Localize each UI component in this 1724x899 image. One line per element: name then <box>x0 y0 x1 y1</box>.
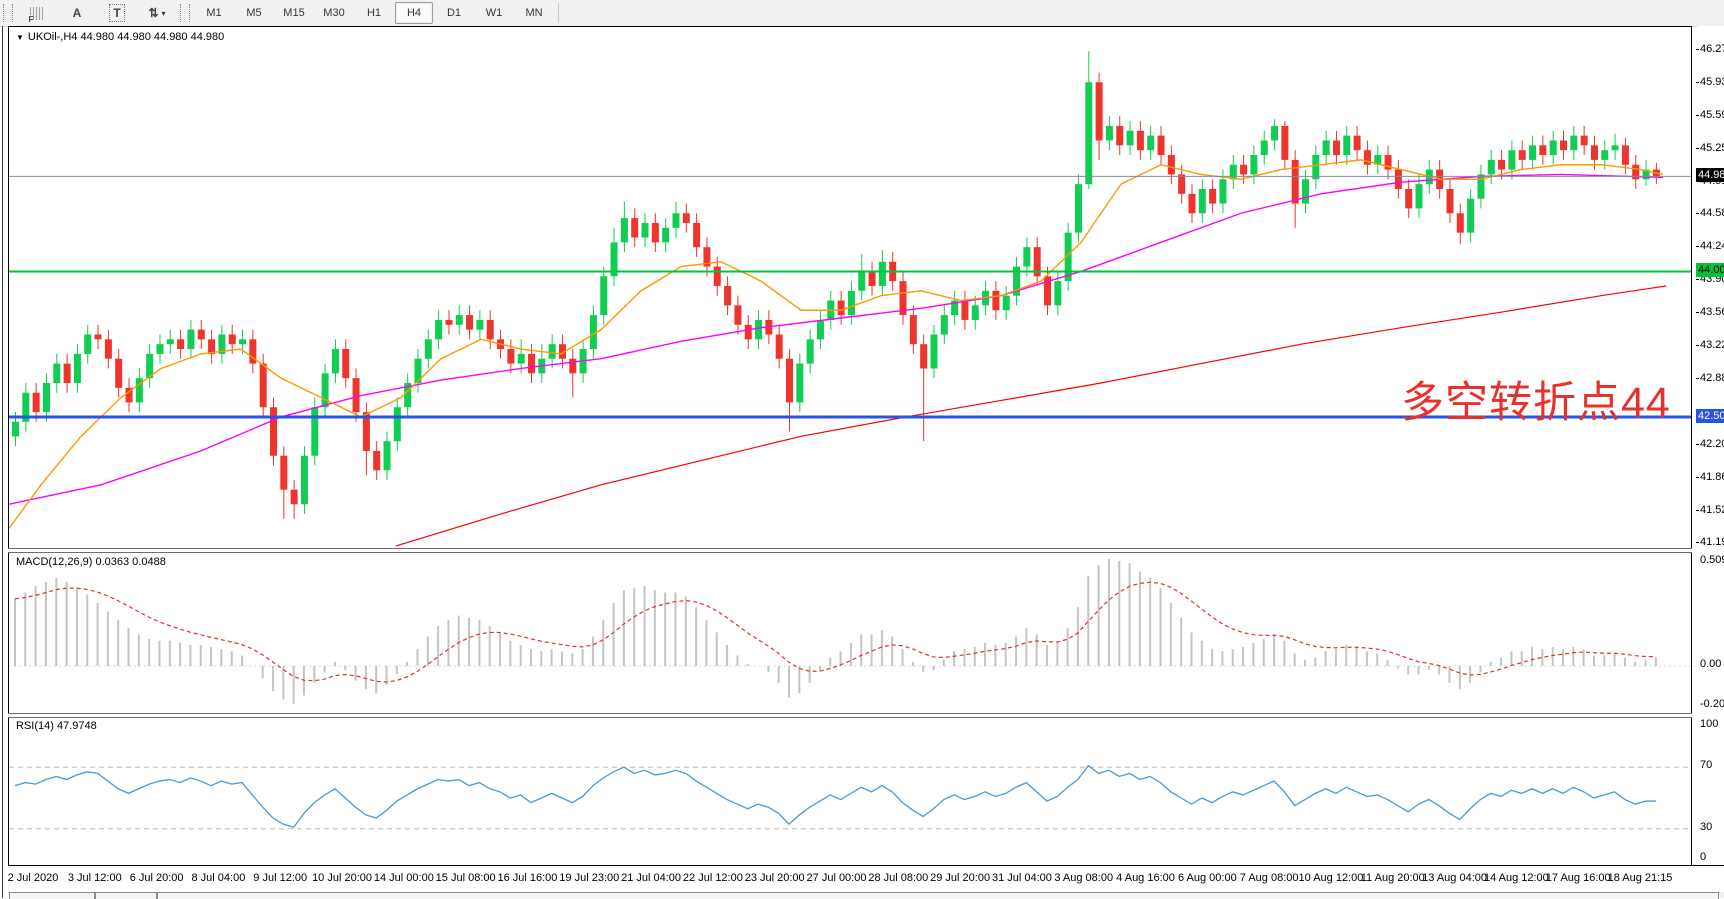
timeframe-button-m15[interactable]: M15 <box>275 2 313 24</box>
time-tick-label: 6 Jul 20:00 <box>130 872 184 884</box>
price-tick-label: 45.250 <box>1700 142 1724 154</box>
chart-plot-area[interactable]: ▼ UKOil-,H4 44.980 44.980 44.980 44.980 M… <box>8 26 1692 866</box>
toolbar-separator <box>558 3 559 23</box>
macd-axis-zero: 0.00 <box>1700 658 1721 670</box>
time-tick-label: 6 Aug 00:00 <box>1178 872 1237 884</box>
time-tick-label: 3 Jul 12:00 <box>68 872 122 884</box>
time-tick-label: 7 Aug 08:00 <box>1240 872 1299 884</box>
cycle-arrows-button[interactable]: ⇅▾ <box>138 2 176 24</box>
time-tick-label: 10 Aug 12:00 <box>1299 872 1364 884</box>
arrow-text-icon: A <box>73 6 82 20</box>
price-tick-label: 45.930 <box>1700 76 1724 88</box>
current-price-axis-badge: 44.980 <box>1696 168 1724 182</box>
macd-label: MACD(12,26,9) 0.0363 0.0488 <box>16 556 166 568</box>
time-tick-label: 16 Jul 16:00 <box>497 872 557 884</box>
timeframe-button-m5[interactable]: M5 <box>235 2 273 24</box>
toolbar: FAT⇅▾ M1M5M15M30H1H4D1W1MN <box>0 0 1724 27</box>
time-tick-label: 29 Jul 20:00 <box>930 872 990 884</box>
time-tick-label: 13 Aug 04:00 <box>1422 872 1487 884</box>
time-tick-label: 3 Aug 08:00 <box>1054 872 1113 884</box>
timeframe-button-m1[interactable]: M1 <box>195 2 233 24</box>
chart-text-annotation[interactable]: 多空转折点44 <box>1401 368 1671 430</box>
time-tick-label: 10 Jul 20:00 <box>312 872 372 884</box>
time-tick-label: 8 Jul 04:00 <box>192 872 246 884</box>
time-tick-label: 15 Jul 08:00 <box>436 872 496 884</box>
rsi-axis-0: 0 <box>1700 851 1706 863</box>
oneclick-expand-icon[interactable]: ▼ <box>16 33 24 42</box>
ohlc-quotes: 44.980 44.980 44.980 44.980 <box>81 31 225 43</box>
symbol-period-label: UKOil-,H4 <box>28 31 78 43</box>
rsi-axis-30: 30 <box>1700 821 1712 833</box>
arrow-text-button[interactable]: A <box>58 2 96 24</box>
candlestick-chart[interactable] <box>9 27 1691 548</box>
time-tick-label: 19 Jul 23:00 <box>559 872 619 884</box>
text-label-icon: T <box>109 4 124 22</box>
time-tick-label: 28 Jul 08:00 <box>868 872 928 884</box>
time-axis[interactable]: 2 Jul 2020 3 Jul 12:00 6 Jul 20:00 8 Jul 04… <box>8 865 1724 893</box>
time-tick-label: 22 Jul 12:00 <box>683 872 743 884</box>
rsi-panel[interactable]: RSI(14) 47.9748 <box>9 717 1691 865</box>
macd-chart[interactable] <box>9 553 1691 713</box>
timeframe-button-h1[interactable]: H1 <box>355 2 393 24</box>
time-tick-label: 4 Aug 16:00 <box>1116 872 1175 884</box>
rsi-label: RSI(14) 47.9748 <box>16 720 97 732</box>
timeframe-button-m30[interactable]: M30 <box>315 2 353 24</box>
chevron-down-icon: ▾ <box>162 9 166 18</box>
drawing-tools-group: FAT⇅▾ <box>17 2 177 24</box>
timeframe-button-mn[interactable]: MN <box>515 2 553 24</box>
green-level-axis-badge: 44.000 <box>1696 263 1724 277</box>
macd-axis-min: -0.2032 <box>1700 698 1724 710</box>
macd-panel[interactable]: MACD(12,26,9) 0.0363 0.0488 <box>9 553 1691 713</box>
time-tick-label: 14 Aug 12:00 <box>1484 872 1549 884</box>
toolbar-grip[interactable] <box>180 4 190 22</box>
timeframe-button-d1[interactable]: D1 <box>435 2 473 24</box>
toolbar-grip[interactable] <box>3 4 13 22</box>
price-tick-label: 42.880 <box>1700 372 1724 384</box>
time-tick-label: 31 Jul 04:00 <box>992 872 1052 884</box>
rsi-axis-100: 100 <box>1700 718 1718 730</box>
chart-tabs-strip <box>8 892 1724 898</box>
cycle-arrows-icon: ⇅ <box>148 6 158 20</box>
time-tick-label: 2 Jul 2020 <box>8 872 59 884</box>
time-tick-label: 21 Jul 04:00 <box>621 872 681 884</box>
time-tick-label: 17 Aug 16:00 <box>1546 872 1611 884</box>
chart-title: ▼ UKOil-,H4 44.980 44.980 44.980 44.980 <box>16 31 224 43</box>
chart-window: ▼ UKOil-,H4 44.980 44.980 44.980 44.980 M… <box>2 26 1724 898</box>
time-tick-label: 11 Aug 20:00 <box>1361 872 1425 884</box>
time-tick-label: 9 Jul 12:00 <box>253 872 307 884</box>
timeframe-group: M1M5M15M30H1H4D1W1MN <box>194 2 554 24</box>
price-tick-label: 43.560 <box>1700 306 1724 318</box>
price-axis[interactable]: 46.27045.93045.59045.25044.91044.58044.2… <box>1697 26 1724 892</box>
price-tick-label: 42.200 <box>1700 438 1724 450</box>
price-tick-label: 45.590 <box>1700 109 1724 121</box>
price-tick-label: 43.220 <box>1700 339 1724 351</box>
blue-level-axis-badge: 42.500 <box>1696 409 1724 423</box>
price-tick-label: 41.860 <box>1700 471 1724 483</box>
text-label-button[interactable]: T <box>98 2 136 24</box>
time-tick-label: 23 Jul 20:00 <box>745 872 805 884</box>
time-tick-label: 27 Jul 00:00 <box>807 872 867 884</box>
time-tick-label: 18 Aug 21:15 <box>1608 872 1673 884</box>
rsi-axis-70: 70 <box>1700 759 1712 771</box>
price-tick-label: 44.240 <box>1700 240 1724 252</box>
time-tick-label: 14 Jul 00:00 <box>374 872 434 884</box>
grid-f-icon: F <box>30 7 45 20</box>
price-tick-label: 46.270 <box>1700 43 1724 55</box>
rsi-chart[interactable] <box>9 717 1691 865</box>
grid-f-button[interactable]: F <box>18 2 56 24</box>
price-tick-label: 44.580 <box>1700 207 1724 219</box>
timeframe-button-w1[interactable]: W1 <box>475 2 513 24</box>
price-panel[interactable]: ▼ UKOil-,H4 44.980 44.980 44.980 44.980 <box>9 27 1691 548</box>
timeframe-button-h4[interactable]: H4 <box>395 2 433 24</box>
price-tick-label: 41.190 <box>1700 536 1724 548</box>
price-tick-label: 41.520 <box>1700 504 1724 516</box>
macd-axis-max: 0.5094 <box>1700 554 1724 566</box>
